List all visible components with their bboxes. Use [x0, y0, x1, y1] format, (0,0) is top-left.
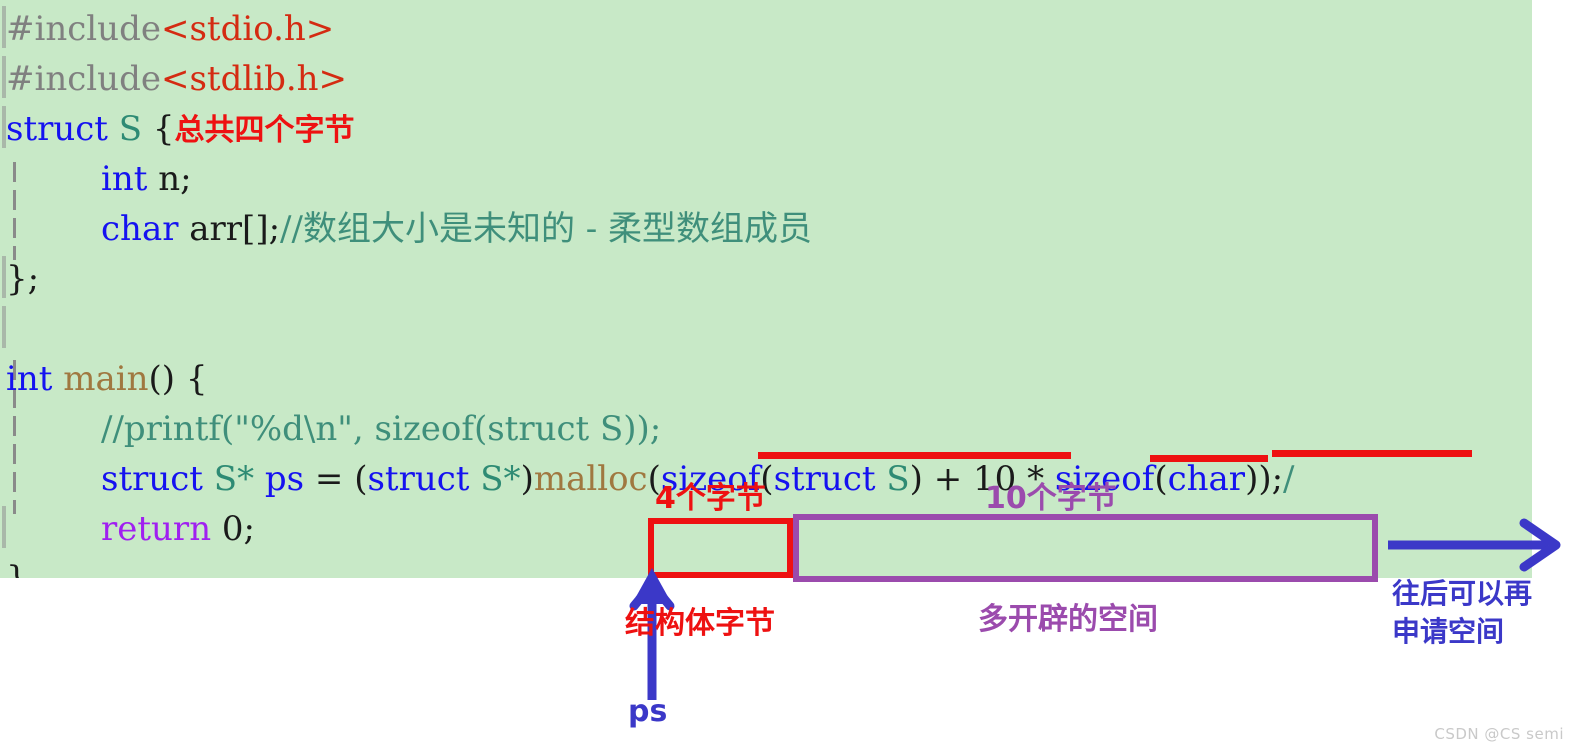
indent-guide	[13, 190, 16, 210]
underline-ten	[1150, 455, 1268, 462]
code-token: S	[118, 109, 143, 149]
code-token: () {	[148, 359, 208, 399]
code-token: //printf("%d\n", sizeof(struct S));	[101, 409, 662, 449]
code-line[interactable]: struct S {总共四个字节	[6, 104, 355, 154]
code-token: };	[6, 259, 40, 299]
code-token: (	[1154, 459, 1168, 499]
code-line[interactable]: int n;	[101, 154, 192, 204]
code-token: struct	[773, 459, 876, 499]
code-token: S*	[213, 459, 255, 499]
code-token: #include	[6, 59, 161, 99]
code-line[interactable]: //printf("%d\n", sizeof(struct S));	[101, 404, 661, 454]
code-token: 0;	[211, 509, 255, 549]
code-token: ) +	[909, 459, 974, 499]
code-token: 总共四个字节	[174, 113, 355, 148]
code-token: }	[6, 559, 28, 578]
code-token: S	[886, 459, 910, 499]
struct-bytes-box	[648, 518, 793, 578]
code-editor-pane[interactable]: #include<stdio.h> #include<stdlib.h> struc…	[0, 0, 1532, 578]
code-token: S*	[480, 459, 521, 499]
code-token: struct	[101, 459, 203, 499]
code-token: malloc	[533, 459, 648, 499]
code-token: main	[63, 359, 149, 399]
underline-sizeof-char	[1272, 450, 1472, 457]
code-token: ps	[264, 459, 305, 499]
gutter-edge-bar	[2, 506, 6, 548]
code-token: n;	[147, 159, 192, 199]
indent-guide	[13, 218, 16, 238]
label-extra-space: 多开辟的空间	[978, 602, 1158, 637]
code-token: {	[142, 109, 175, 149]
label-ps-pointer: ps	[628, 694, 668, 729]
label-struct-bytes: 结构体字节	[625, 606, 775, 641]
code-line[interactable]: #include<stdio.h>	[6, 4, 334, 54]
label-more-space-line2: 申请空间	[1392, 615, 1505, 648]
code-token: int	[101, 159, 148, 199]
indent-guide	[13, 416, 16, 436]
code-token: )	[520, 459, 534, 499]
extra-space-box	[793, 514, 1378, 582]
code-token: /	[1283, 459, 1295, 499]
code-token: arr[];	[178, 209, 281, 249]
code-token: return	[101, 509, 212, 549]
screenshot-root: #include<stdio.h> #include<stdlib.h> struc…	[0, 0, 1576, 751]
indent-guide	[13, 444, 16, 464]
code-token: //数组大小是未知的 - 柔型数组成员	[280, 209, 813, 249]
code-token: ));	[1245, 459, 1284, 499]
code-token: int	[6, 359, 53, 399]
code-line[interactable]: char arr[];//数组大小是未知的 - 柔型数组成员	[101, 204, 812, 254]
code-token: <stdlib.h>	[160, 59, 348, 99]
indent-guide	[13, 162, 16, 182]
code-token: <stdio.h>	[160, 9, 335, 49]
code-token: = (	[304, 459, 368, 499]
code-line[interactable]: };	[6, 254, 39, 304]
code-token: char	[1167, 459, 1246, 499]
label-ten-bytes: 10个字节	[985, 481, 1117, 516]
code-token: struct	[6, 109, 108, 149]
code-line[interactable]: }	[6, 554, 28, 578]
code-token: struct	[367, 459, 470, 499]
gutter-edge-bar	[2, 306, 6, 348]
code-line[interactable]: return 0;	[101, 504, 255, 554]
label-more-space-line1: 往后可以再	[1392, 577, 1533, 610]
underline-sizeof-struct-s	[758, 452, 1071, 459]
code-token: char	[101, 209, 179, 249]
indent-guide	[13, 472, 16, 492]
indent-guide	[13, 500, 16, 514]
label-four-bytes: 4个字节	[655, 481, 766, 516]
code-line[interactable]: #include<stdlib.h>	[6, 54, 347, 104]
csdn-watermark: CSDN @CS semi	[1434, 725, 1564, 743]
code-token: #include	[6, 9, 161, 49]
code-line[interactable]: int main() {	[6, 354, 208, 404]
